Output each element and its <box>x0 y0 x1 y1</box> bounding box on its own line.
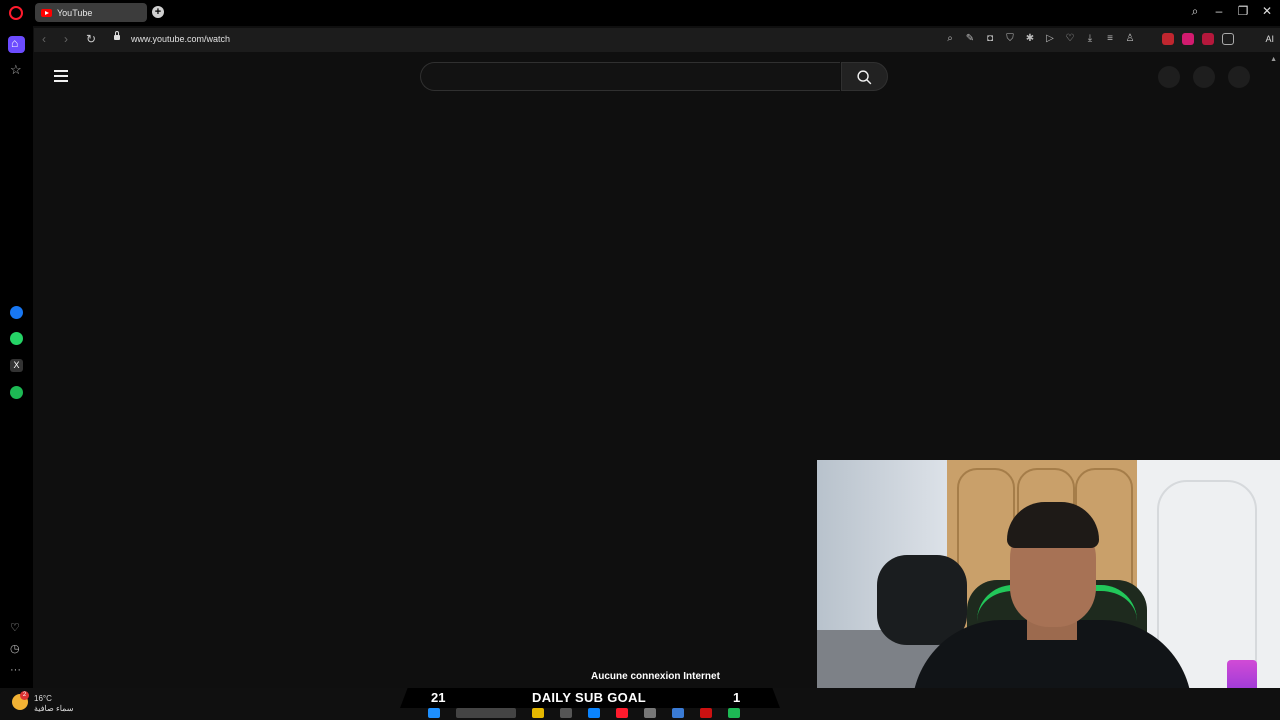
search-tabs-icon[interactable]: ⌕ <box>1188 4 1202 19</box>
search-icon <box>857 70 872 85</box>
temperature: 16°C <box>34 694 52 703</box>
webcam-overlay <box>817 460 1280 720</box>
opera-logo-icon[interactable] <box>9 6 23 20</box>
spotify-icon[interactable] <box>10 386 23 399</box>
taskbar-app-icon[interactable] <box>700 708 712 718</box>
forward-icon[interactable]: › <box>64 32 68 46</box>
shield-icon[interactable]: ⛉ <box>1004 33 1016 45</box>
heart-icon[interactable]: ♡ <box>1064 33 1076 45</box>
taskbar-app-icon[interactable] <box>672 708 684 718</box>
star-icon[interactable]: ☆ <box>10 62 23 77</box>
title-bar: YouTube + ⌕ – ❐ ✕ <box>0 0 1280 26</box>
goal-current: 21 <box>431 690 446 705</box>
windows-start-icon[interactable] <box>428 708 440 718</box>
goal-target: 1 <box>733 690 741 705</box>
tab-label: YouTube <box>57 7 93 18</box>
window-controls: ⌕ – ❐ ✕ <box>1188 4 1274 19</box>
toolbar-icons: ⌕ ✎ ◘ ⛉ ✱ ▷ ♡ ⤓ ≡ ♙ <box>944 33 1136 45</box>
address-bar-row: ‹ › ↻ www.youtube.com/watch ⌕ ✎ ◘ ⛉ ✱ ▷ … <box>34 28 1280 52</box>
weather-description: سماء صافية <box>34 704 74 713</box>
edge-icon[interactable] <box>588 708 600 718</box>
back-icon[interactable]: ‹ <box>42 32 46 46</box>
menu-list-icon[interactable]: ≡ <box>1104 33 1116 45</box>
create-button-placeholder[interactable] <box>1158 66 1180 88</box>
play-icon[interactable]: ▷ <box>1044 33 1056 45</box>
youtube-search <box>420 62 888 91</box>
taskbar-app-icon[interactable] <box>644 708 656 718</box>
account-icon[interactable]: ♙ <box>1124 33 1136 45</box>
url-field[interactable]: www.youtube.com/watch <box>131 34 230 44</box>
reload-icon[interactable]: ↻ <box>86 32 96 46</box>
edit-icon[interactable]: ✎ <box>964 33 976 45</box>
extensions <box>1162 33 1234 45</box>
file-explorer-icon[interactable] <box>532 708 544 718</box>
new-tab-button[interactable]: + <box>152 6 164 18</box>
weather-badge: 2 <box>20 691 29 700</box>
taskbar-apps <box>428 708 740 718</box>
extension-pink-icon[interactable] <box>1182 33 1194 45</box>
whatsapp-icon[interactable] <box>10 332 23 345</box>
scroll-up-icon[interactable]: ▲ <box>1270 56 1277 63</box>
taskbar-search-field[interactable] <box>456 708 516 718</box>
translate-icon[interactable]: ✱ <box>1024 33 1036 45</box>
lock-icon <box>114 31 120 40</box>
close-icon[interactable]: ✕ <box>1260 4 1274 19</box>
zoom-icon[interactable]: ⌕ <box>944 33 956 45</box>
extensions-cube-icon[interactable] <box>1222 33 1234 45</box>
search-button[interactable] <box>841 62 888 91</box>
home-icon[interactable] <box>8 36 25 53</box>
browser-sidebar: ☆ X ♡ ◷ ··· <box>0 26 33 688</box>
taskbar-app-icon[interactable] <box>560 708 572 718</box>
ai-button[interactable]: AI <box>1265 34 1274 44</box>
extension-shield-icon[interactable] <box>1202 33 1214 45</box>
opera-taskbar-icon[interactable] <box>616 708 628 718</box>
restore-icon[interactable]: ❐ <box>1236 4 1250 19</box>
messenger-icon[interactable] <box>10 306 23 319</box>
minimize-icon[interactable]: – <box>1212 4 1226 19</box>
hamburger-menu-icon[interactable] <box>54 70 68 82</box>
x-icon[interactable]: X <box>10 359 23 372</box>
notifications-placeholder[interactable] <box>1193 66 1215 88</box>
avatar-placeholder[interactable] <box>1228 66 1250 88</box>
download-icon[interactable]: ⤓ <box>1084 33 1096 45</box>
more-icon[interactable]: ··· <box>10 664 23 677</box>
tab-youtube[interactable]: YouTube <box>35 3 147 22</box>
youtube-favicon-icon <box>41 8 52 17</box>
history-icon[interactable]: ◷ <box>10 642 23 655</box>
no-internet-message: Aucune connexion Internet <box>591 671 720 682</box>
goal-title: DAILY SUB GOAL <box>532 690 646 705</box>
search-input[interactable] <box>420 62 840 91</box>
spotify-taskbar-icon[interactable] <box>728 708 740 718</box>
heart-icon[interactable]: ♡ <box>10 621 23 634</box>
camera-icon[interactable]: ◘ <box>984 33 996 45</box>
extension-red-icon[interactable] <box>1162 33 1174 45</box>
